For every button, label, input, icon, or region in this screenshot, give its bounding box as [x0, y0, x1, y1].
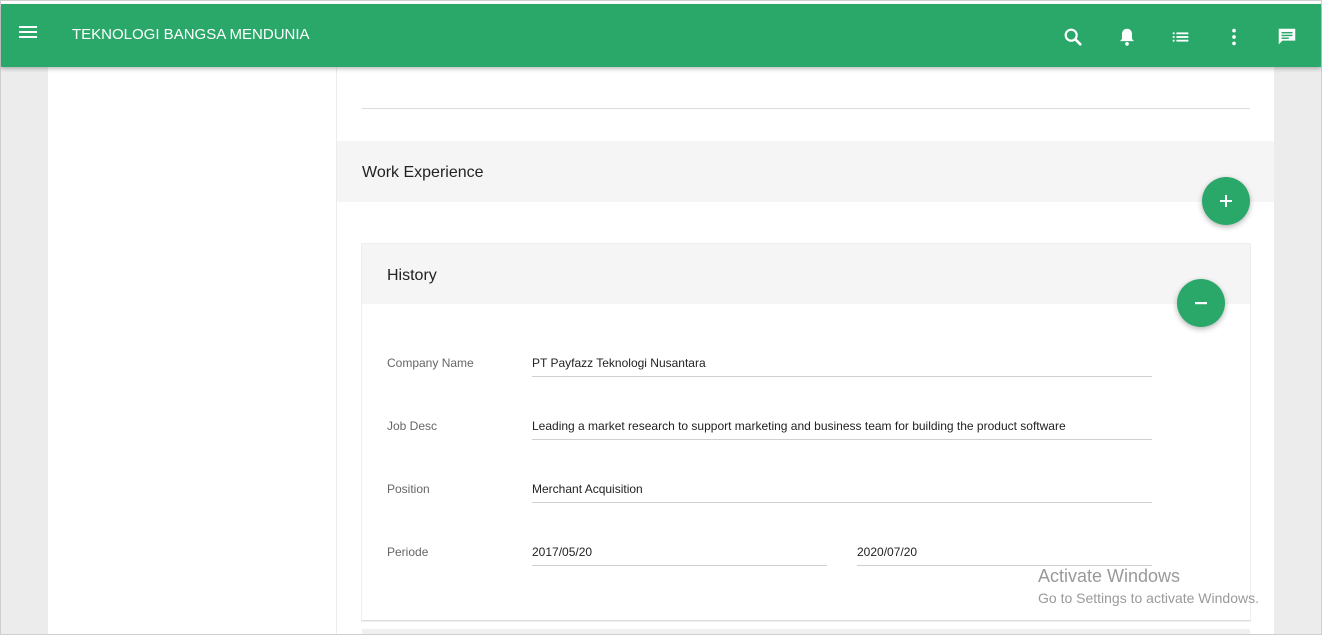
list-icon[interactable]	[1170, 26, 1192, 48]
main-content: Work Experience History Company Name PT …	[337, 67, 1274, 635]
top-app-bar: TEKNOLOGI BANGSA MENDUNIA	[1, 4, 1321, 67]
periode-end-field[interactable]: 2020/07/20	[857, 535, 1152, 566]
add-work-experience-button[interactable]	[1202, 177, 1250, 225]
history-header: History	[362, 244, 1250, 304]
company-name-field[interactable]: PT Payfazz Teknologi Nusantara	[532, 346, 1152, 377]
position-label: Position	[387, 482, 430, 496]
activate-windows-subtitle: Go to Settings to activate Windows.	[1038, 590, 1259, 606]
menu-icon[interactable]	[19, 26, 39, 42]
position-field[interactable]: Merchant Acquisition	[532, 472, 1152, 503]
minus-icon	[1195, 302, 1207, 305]
more-vert-icon[interactable]	[1223, 26, 1245, 48]
app-title: TEKNOLOGI BANGSA MENDUNIA	[72, 26, 310, 43]
plus-icon	[1220, 195, 1232, 207]
left-panel	[48, 67, 336, 635]
search-icon[interactable]	[1062, 26, 1084, 48]
page-background: Work Experience History Company Name PT …	[0, 67, 1322, 635]
periode-label: Periode	[387, 545, 429, 559]
history-card: History Company Name PT Payfazz Teknolog…	[362, 244, 1250, 621]
next-card-edge	[362, 629, 1250, 635]
section-title: Work Experience	[362, 164, 484, 181]
divider	[362, 108, 1250, 109]
job-desc-label: Job Desc	[387, 419, 438, 433]
periode-start-field[interactable]: 2017/05/20	[532, 535, 827, 566]
remove-history-button[interactable]	[1177, 279, 1225, 327]
bell-icon[interactable]	[1116, 26, 1138, 48]
company-name-label: Company Name	[387, 356, 474, 370]
work-experience-header: Work Experience	[337, 141, 1274, 202]
activate-windows-title: Activate Windows	[1038, 566, 1181, 586]
card-title: History	[387, 267, 437, 284]
job-desc-field[interactable]: Leading a market research to support mar…	[532, 409, 1152, 440]
message-icon[interactable]	[1276, 26, 1298, 48]
